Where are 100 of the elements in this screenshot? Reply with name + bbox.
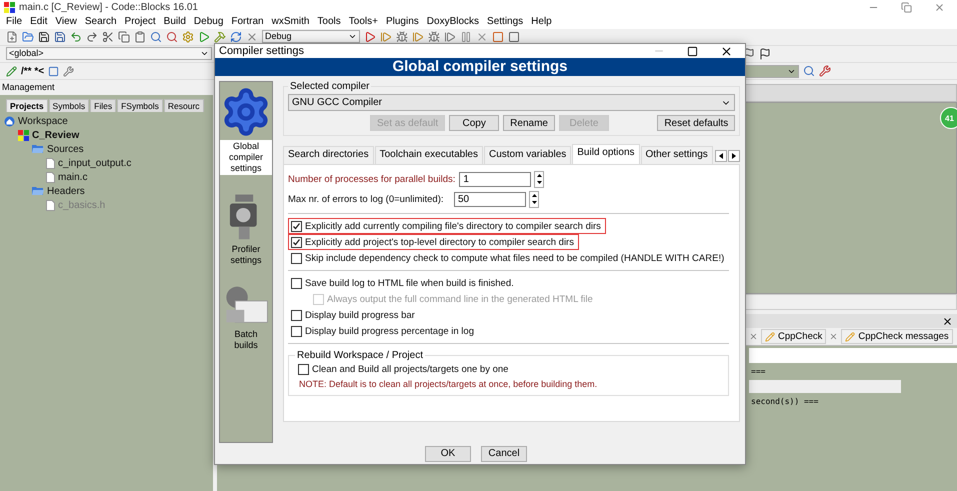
tab[interactable]: Search directories <box>283 146 374 164</box>
step-into-icon[interactable] <box>412 31 424 43</box>
scroll-right-button[interactable] <box>728 150 740 162</box>
close-icon[interactable] <box>942 316 953 326</box>
run-icon[interactable] <box>198 31 210 43</box>
window-icon[interactable] <box>492 31 504 43</box>
button[interactable]: Copy <box>449 115 500 131</box>
cut-icon[interactable] <box>102 31 114 43</box>
wrench-icon[interactable] <box>819 65 831 77</box>
menu-item[interactable]: Build <box>160 16 190 27</box>
save-all-icon[interactable] <box>54 31 66 43</box>
button[interactable]: Rename <box>503 115 555 131</box>
bug-icon[interactable] <box>428 31 440 43</box>
checkbox[interactable] <box>291 310 302 320</box>
tab[interactable]: Toolchain executables <box>374 146 483 164</box>
option-row[interactable]: Skip include dependency check to compute what files need to be compiled (HANDLE WITH CARE!) <box>288 250 730 266</box>
checkbox[interactable] <box>298 364 309 374</box>
step-out-icon[interactable] <box>444 31 456 43</box>
tree-item[interactable]: Headers <box>47 186 85 196</box>
replace-icon[interactable] <box>166 31 178 43</box>
tab[interactable]: FSymbols <box>117 99 163 112</box>
tab[interactable]: Custom variables <box>484 146 572 164</box>
menu-item[interactable]: Tools+ <box>344 16 382 27</box>
tab[interactable]: Other settings <box>640 146 713 164</box>
tab[interactable]: Files <box>90 99 116 112</box>
tab[interactable]: CppCheck messages <box>841 329 953 344</box>
tree-item[interactable]: Sources <box>47 144 84 154</box>
option-row[interactable]: Explicitly add currently compiling file's directory to compiler search dirs <box>288 218 606 234</box>
redo-icon[interactable] <box>86 31 98 43</box>
build-target-dropdown[interactable]: Debug <box>262 30 360 43</box>
menu-item[interactable]: Plugins <box>382 16 423 27</box>
wrench-icon[interactable] <box>63 66 74 76</box>
tree-item[interactable]: main.c <box>58 172 88 182</box>
spin-button[interactable] <box>529 190 539 208</box>
search-icon[interactable] <box>803 65 815 77</box>
undo-icon[interactable] <box>70 31 82 43</box>
build-icon[interactable] <box>214 31 226 43</box>
option-row[interactable]: Explicitly add project's top-level directory to compiler search dirs <box>288 234 579 250</box>
tree-item[interactable]: C_Review <box>32 130 80 140</box>
menu-item[interactable]: Search <box>80 16 121 27</box>
bug-icon[interactable] <box>396 31 408 43</box>
tree-item[interactable]: Workspace <box>18 116 68 126</box>
menu-item[interactable]: wxSmith <box>268 16 314 27</box>
chevron-down-icon[interactable] <box>787 67 796 76</box>
option-row[interactable]: Display build progress percentage in log <box>288 323 479 339</box>
button[interactable]: Reset defaults <box>657 115 736 131</box>
stop-icon[interactable] <box>246 31 258 43</box>
tab[interactable]: Projects <box>6 99 48 112</box>
checkbox[interactable] <box>291 236 302 248</box>
pencil-icon[interactable] <box>6 66 17 76</box>
debug-run-icon[interactable] <box>364 31 376 43</box>
paste-icon[interactable] <box>134 31 146 43</box>
search-icon[interactable] <box>150 31 162 43</box>
number-field[interactable]: 50 <box>454 192 526 206</box>
checkbox[interactable] <box>291 278 302 288</box>
option-row[interactable]: Save build log to HTML file when build is finished. <box>288 275 519 291</box>
button[interactable]: OK <box>425 446 471 462</box>
chevron-down-icon[interactable] <box>348 32 357 41</box>
pause-icon[interactable] <box>460 31 472 43</box>
checkbox[interactable] <box>291 326 302 336</box>
window-icon[interactable] <box>508 31 520 43</box>
menu-item[interactable]: Settings <box>483 16 528 27</box>
scope-dropdown[interactable]: <global> <box>6 47 212 60</box>
spin-button[interactable] <box>534 170 544 188</box>
tree-item[interactable]: c_input_output.c <box>58 158 132 168</box>
close-icon[interactable] <box>720 44 733 58</box>
new-file-icon[interactable] <box>6 31 18 43</box>
restore-icon[interactable] <box>901 2 912 12</box>
compiler-dropdown[interactable]: GNU GCC Compiler <box>288 94 736 111</box>
tab[interactable]: Build options <box>572 144 640 164</box>
scroll-left-button[interactable] <box>715 150 728 162</box>
button[interactable]: Cancel <box>481 446 527 462</box>
menu-item[interactable]: Project <box>120 16 160 27</box>
checkbox[interactable] <box>291 220 302 232</box>
doc-comment-button[interactable]: /** *< <box>21 66 44 76</box>
option-row[interactable]: Display build progress bar <box>288 307 420 323</box>
checkbox[interactable] <box>291 252 302 264</box>
stop-icon[interactable] <box>476 31 488 43</box>
open-folder-icon[interactable] <box>22 31 34 43</box>
nav-item[interactable]: Profiler settings <box>220 243 272 267</box>
menu-item[interactable]: DoxyBlocks <box>422 16 484 27</box>
tab[interactable]: CppCheck <box>761 329 826 344</box>
tab[interactable]: Resourc <box>164 99 204 112</box>
maximize-icon[interactable] <box>687 46 698 56</box>
tab[interactable]: Symbols <box>48 99 90 112</box>
menu-item[interactable]: Debug <box>190 16 228 27</box>
flag-icon[interactable] <box>759 48 771 60</box>
menu-item[interactable]: Help <box>527 16 556 27</box>
number-field[interactable]: 1 <box>459 172 532 186</box>
chevron-down-icon[interactable] <box>200 49 209 58</box>
nav-item[interactable]: Global compiler settings <box>220 140 272 175</box>
step-icon[interactable] <box>380 31 392 43</box>
save-icon[interactable] <box>38 31 50 43</box>
menu-item[interactable]: Edit <box>26 16 52 27</box>
rebuild-icon[interactable] <box>230 31 242 43</box>
menu-item[interactable]: Fortran <box>227 16 268 27</box>
nav-item[interactable]: Batch builds <box>220 328 272 352</box>
menu-item[interactable]: Tools <box>313 16 345 27</box>
copy-icon[interactable] <box>118 31 130 43</box>
gear-icon[interactable] <box>182 31 194 43</box>
